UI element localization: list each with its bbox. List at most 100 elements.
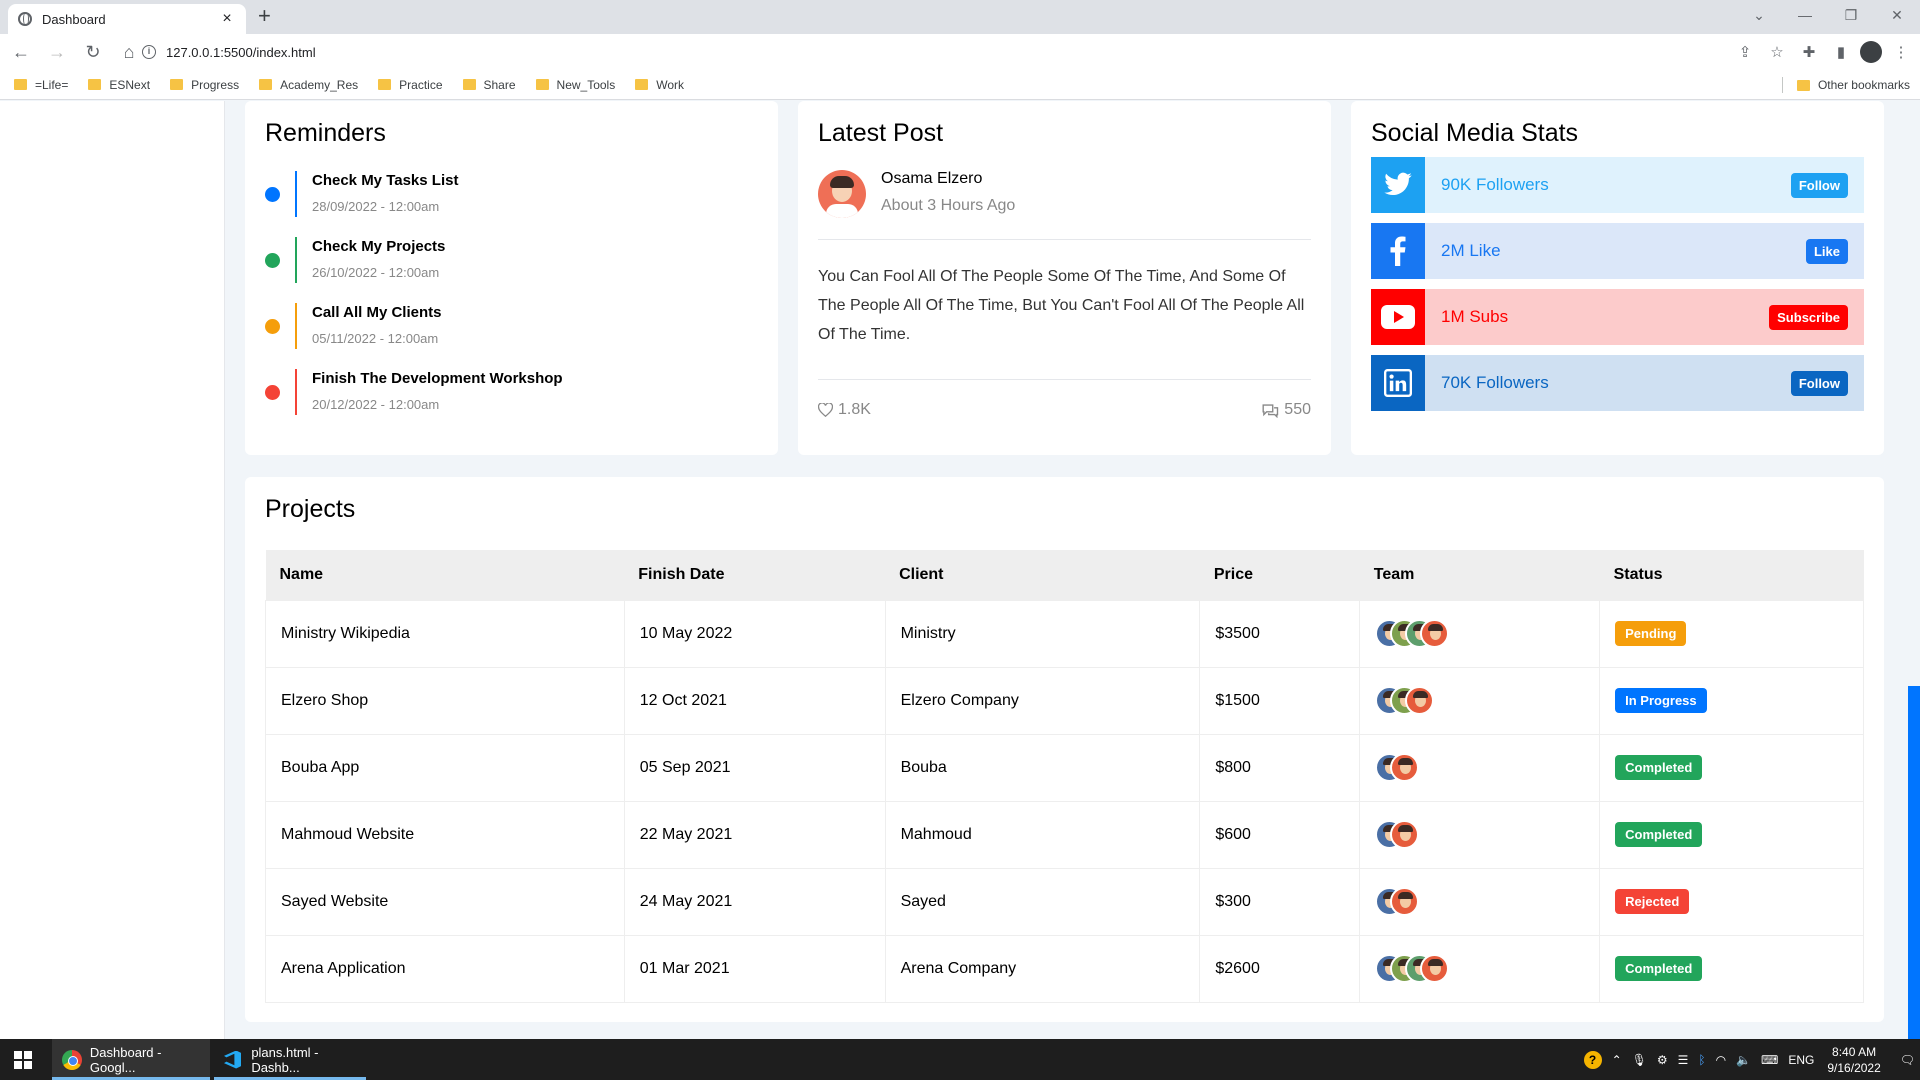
youtube-subscribe-button[interactable]: Subscribe	[1769, 304, 1848, 330]
microphone-icon[interactable]: 🎙	[1632, 1053, 1647, 1067]
table-cell-client: Arena Company	[884, 934, 1201, 1003]
social-row-youtube: 1M Subs Subscribe	[1371, 289, 1864, 345]
clock[interactable]: 8:40 AM 9/16/2022	[1827, 1044, 1880, 1076]
table-cell-name: Sayed Website	[265, 867, 625, 936]
scrollbar-thumb[interactable]	[1908, 686, 1920, 1039]
menu-icon[interactable]: ⋮	[1888, 43, 1914, 61]
reminder-item: Check My Projects 26/10/2022 - 12:00am	[265, 237, 745, 283]
back-icon[interactable]: ←	[6, 42, 36, 63]
social-row-twitter: 90K Followers Follow	[1371, 157, 1864, 213]
facebook-like-button[interactable]: Like	[1805, 238, 1848, 264]
address-bar[interactable]: i 127.0.0.1:5500/index.html	[142, 38, 1732, 66]
bookmark-item[interactable]: Share	[462, 78, 516, 92]
taskbar-vscode[interactable]: plans.html - Dashb...	[214, 1039, 366, 1080]
table-cell-date: 05 Sep 2021	[623, 733, 886, 802]
wifi-icon[interactable]: ◠	[1716, 1053, 1726, 1067]
social-stat-text: 2M Like	[1441, 241, 1501, 260]
site-info-icon[interactable]: i	[142, 45, 156, 59]
folder-icon	[1796, 79, 1810, 91]
table-cell-price: $300	[1199, 867, 1361, 936]
latest-post-title: Latest Post	[818, 119, 944, 147]
twitter-follow-button[interactable]: Follow	[1790, 172, 1848, 198]
table-cell-price: $1500	[1199, 666, 1361, 735]
reminders-card: Reminders Check My Tasks List 28/09/2022…	[245, 101, 778, 455]
restore-icon[interactable]: ❐	[1828, 7, 1874, 24]
close-window-icon[interactable]: ✕	[1874, 7, 1920, 24]
likes-count: 1.8K	[838, 401, 871, 418]
tab-dashboard[interactable]: Dashboard ×	[8, 4, 246, 34]
profile-avatar[interactable]	[1860, 41, 1882, 63]
team-member-avatar	[1420, 619, 1450, 648]
volume-icon[interactable]: 🔈	[1736, 1053, 1751, 1067]
bookmark-item[interactable]: Work	[635, 78, 684, 92]
tab-title: Dashboard	[42, 11, 106, 27]
forward-icon[interactable]: →	[42, 42, 72, 63]
bookmark-item[interactable]: New_Tools	[535, 78, 615, 92]
reminder-title: Check My Tasks List	[312, 172, 459, 189]
bookmark-star-icon[interactable]: ☆	[1764, 43, 1790, 61]
taskbar-app-label: plans.html - Dashb...	[251, 1044, 319, 1075]
reminder-title: Check My Projects	[312, 238, 446, 255]
reminder-item: Call All My Clients 05/11/2022 - 12:00am	[265, 303, 745, 349]
bookmark-item[interactable]: =Life=	[14, 78, 68, 92]
system-tray: ? ⌃ 🎙 ⚙ ☰ ᛒ ◠ 🔈 ⌨ ENG 8:40 AM 9/16/2022 …	[1579, 1039, 1920, 1080]
reminder-title: Call All My Clients	[312, 304, 442, 321]
notifications-icon[interactable]: 🗨	[1900, 1053, 1915, 1067]
post-text: You Can Fool All Of The People Some Of T…	[818, 268, 1305, 343]
minimize-icon[interactable]: —	[1782, 7, 1828, 23]
team-member-avatar	[1405, 686, 1435, 715]
reminder-item: Check My Tasks List 28/09/2022 - 12:00am	[265, 171, 745, 217]
bluetooth-icon[interactable]: ᛒ	[1698, 1053, 1705, 1067]
post-comments[interactable]: 550	[1261, 401, 1311, 419]
status-badge: Completed	[1615, 822, 1703, 847]
status-badge: Rejected	[1615, 889, 1690, 914]
bookmark-item[interactable]: Progress	[170, 78, 239, 92]
bookmark-item[interactable]: Academy_Res	[259, 78, 358, 92]
reminder-dot	[265, 253, 280, 268]
help-icon[interactable]: ?	[1583, 1050, 1602, 1069]
comments-icon	[1262, 403, 1279, 418]
table-cell-client: Ministry	[884, 599, 1201, 668]
table-cell-price: $2600	[1199, 934, 1361, 1003]
team-avatars	[1375, 686, 1599, 715]
share-icon[interactable]: ⇪	[1732, 43, 1758, 61]
column-header: Price	[1199, 550, 1360, 600]
side-panel-icon[interactable]: ▮	[1828, 43, 1854, 61]
latest-post-card: Latest Post Osama Elzero About 3 Hours A…	[798, 101, 1331, 455]
bookmark-item[interactable]: Practice	[378, 78, 443, 92]
table-cell-date: 10 May 2022	[623, 599, 886, 668]
table-cell-team	[1359, 934, 1601, 1003]
reminder-bar	[295, 237, 297, 283]
reminder-dot	[265, 385, 280, 400]
post-likes[interactable]: 1.8K	[818, 401, 871, 419]
linkedin-follow-button[interactable]: Follow	[1790, 370, 1848, 396]
social-stat-text: 1M Subs	[1441, 307, 1509, 326]
close-tab-icon[interactable]: ×	[218, 10, 236, 28]
settings-icon[interactable]: ⚙	[1657, 1053, 1668, 1067]
folder-icon	[170, 79, 184, 90]
new-tab-button[interactable]: +	[258, 3, 271, 29]
tab-search-icon[interactable]: ⌄	[1736, 7, 1782, 24]
reload-icon[interactable]: ↻	[78, 42, 108, 63]
bookmark-separator	[1782, 77, 1783, 93]
table-cell-date: 12 Oct 2021	[623, 666, 886, 735]
table-row: Arena Application 01 Mar 2021 Arena Compan…	[265, 934, 1864, 1003]
bookmark-item[interactable]: ESNext	[88, 78, 150, 92]
chevron-up-icon[interactable]: ⌃	[1612, 1053, 1622, 1067]
clock-date: 9/16/2022	[1827, 1060, 1881, 1075]
language-indicator[interactable]: ENG	[1788, 1053, 1814, 1067]
team-avatars	[1375, 820, 1599, 849]
social-row-facebook: 2M Like Like	[1371, 223, 1864, 279]
reminder-dot	[265, 187, 280, 202]
taskbar-chrome[interactable]: Dashboard - Googl...	[52, 1039, 210, 1080]
windows-start-icon[interactable]	[14, 1051, 32, 1069]
folder-icon	[462, 79, 476, 90]
vscode-icon	[224, 1050, 242, 1069]
home-icon[interactable]: ⌂	[114, 42, 144, 63]
other-bookmarks[interactable]: Other bookmarks	[1796, 78, 1910, 92]
keyboard-icon[interactable]: ⌨	[1761, 1053, 1778, 1067]
table-cell-date: 01 Mar 2021	[623, 934, 886, 1003]
table-cell-client: Mahmoud	[884, 800, 1201, 869]
notes-icon[interactable]: ☰	[1678, 1053, 1689, 1067]
extensions-icon[interactable]: ✚	[1796, 43, 1822, 61]
